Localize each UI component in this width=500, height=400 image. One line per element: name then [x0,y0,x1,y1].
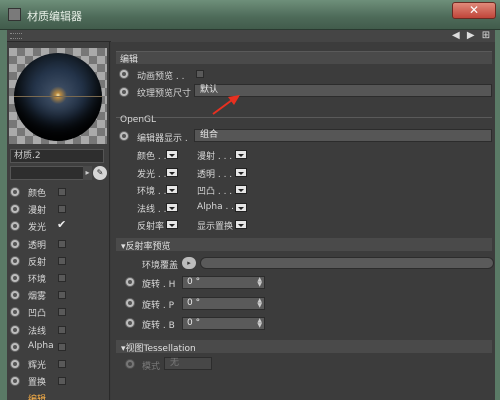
rotation-value: 0 ° [187,318,201,328]
spinner-icon[interactable]: ▲ ▼ [257,318,262,329]
spinner-icon[interactable]: ▲ ▼ [257,298,262,309]
toggle-switch[interactable] [235,203,247,212]
toggle-switch[interactable] [166,185,178,194]
env-override-button[interactable]: ▸ [182,257,196,269]
toggle-label: 漫射 . . . . [197,152,238,162]
editor-display-radio[interactable] [119,131,129,141]
editor-display-label: 编辑器显示 . [137,134,188,144]
tessellation-mode-label: 模式 [142,362,161,372]
rotation-label: 旋转 . P [142,301,175,311]
reflectance-section-header[interactable]: ▾反射率预览 [116,238,492,252]
toggle-switch[interactable] [235,168,247,177]
rotation-label: 旋转 . B [142,321,175,331]
toggle-switch[interactable] [166,168,178,177]
rotation-input[interactable]: 0 ° ▲ ▼ [182,317,265,330]
toggle-label: 显示置换 [197,222,234,232]
divider [116,117,492,118]
spinner-icon[interactable]: ▲ ▼ [257,277,262,288]
toggle-label: 颜色 . . [137,152,167,162]
rotation-radio[interactable] [125,318,135,328]
rotation-input[interactable]: 0 ° ▲ ▼ [182,276,265,289]
tessellation-section-header[interactable]: ▾视图Tessellation [116,340,492,354]
rotation-input[interactable]: 0 ° ▲ ▼ [182,297,265,310]
toggle-label: 发光 . . [137,170,167,180]
tessellation-mode-dropdown[interactable]: 无 [164,357,212,370]
reflectance-section-title: ▾反射率预览 [121,242,171,252]
toggle-switch[interactable] [235,220,247,229]
toggle-label: 透明 . . . . [197,170,238,180]
tessellation-mode-radio[interactable] [125,359,135,369]
toggle-label: 反射率 [137,222,165,232]
toggle-switch[interactable] [235,185,247,194]
env-override-field[interactable] [200,257,494,269]
tessellation-section-title: ▾视图Tessellation [121,344,196,354]
toggle-switch[interactable] [166,150,178,159]
opengl-header: OpenGL [120,115,157,125]
toggle-label: 环境 . . [137,187,167,197]
toggle-label: 凹凸 . . . . [197,187,238,197]
toggle-switch[interactable] [166,203,178,212]
toggle-switch[interactable] [166,220,178,229]
rotation-radio[interactable] [125,298,135,308]
rotation-label: 旋转 . H [142,280,176,290]
toggle-label: 法线 . . [137,205,167,215]
editor-display-dropdown[interactable]: 组合 [194,129,492,142]
rotation-value: 0 ° [187,298,201,308]
rotation-radio[interactable] [125,277,135,287]
env-override-label: 环境覆盖 [142,261,179,271]
rotation-value: 0 ° [187,277,201,287]
toggle-switch[interactable] [235,150,247,159]
